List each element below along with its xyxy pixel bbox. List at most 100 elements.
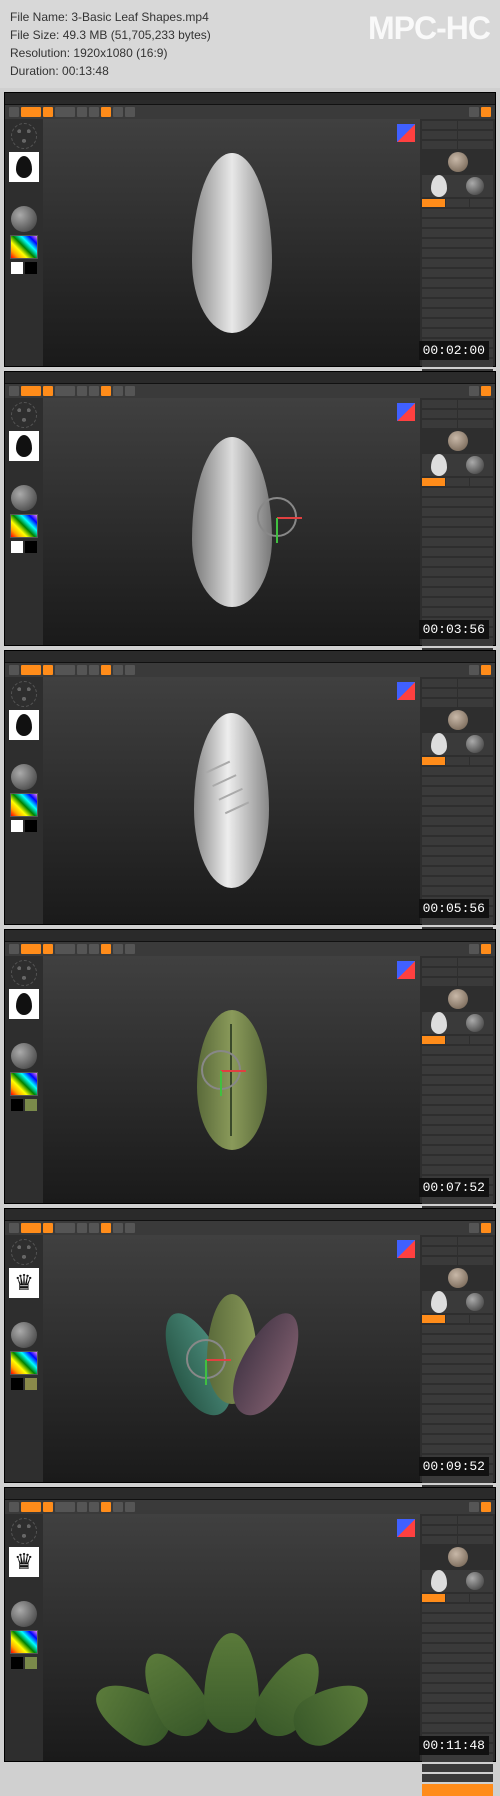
zbrush-viewport[interactable] [43,119,420,366]
secondary-color-swatch[interactable] [25,262,37,274]
zbrush-toolbar[interactable] [5,105,495,119]
transform-gizmo[interactable] [257,497,307,547]
subtool-sphere-icon[interactable] [466,735,484,753]
navigation-cube-icon[interactable] [397,1240,415,1258]
subtool-leaf-icon[interactable] [431,175,447,197]
face-render-icon[interactable] [448,1268,468,1288]
main-color-swatch[interactable] [11,1378,23,1390]
subtool-sphere-icon[interactable] [466,1293,484,1311]
main-color-swatch[interactable] [11,1099,23,1111]
main-color-swatch[interactable] [11,820,23,832]
zbrush-menubar[interactable] [5,1488,495,1500]
color-swatches[interactable] [11,1099,37,1111]
alpha-thumbnail[interactable] [9,989,39,1019]
main-color-swatch[interactable] [11,541,23,553]
color-swatches[interactable] [11,541,37,553]
zbrush-viewport[interactable] [43,1514,420,1761]
subtool-sphere-icon[interactable] [466,1572,484,1590]
brush-selector-icon[interactable] [11,123,37,149]
zbrush-menubar[interactable] [5,372,495,384]
zbrush-menubar[interactable] [5,930,495,942]
transform-gizmo[interactable] [201,1050,251,1100]
main-color-swatch[interactable] [11,1657,23,1669]
file-name-label: File Name: [10,10,68,24]
video-thumbnail[interactable]: ♛ 00:09:52 [4,1208,496,1483]
zbrush-menubar[interactable] [5,1209,495,1221]
timestamp-badge: 00:11:48 [419,1736,489,1755]
zbrush-toolbar[interactable] [5,1500,495,1514]
zbrush-viewport[interactable] [43,398,420,645]
leaf-silhouette-icon [16,435,32,457]
brush-selector-icon[interactable] [11,402,37,428]
video-thumbnail[interactable]: 00:05:56 [4,650,496,925]
alpha-thumbnail[interactable] [9,431,39,461]
color-swatches[interactable] [11,1657,37,1669]
navigation-cube-icon[interactable] [397,961,415,979]
alpha-thumbnail[interactable] [9,710,39,740]
navigation-cube-icon[interactable] [397,1519,415,1537]
color-picker[interactable] [10,793,38,817]
material-sphere-icon[interactable] [11,764,37,790]
main-color-swatch[interactable] [11,262,23,274]
subtool-sphere-icon[interactable] [466,456,484,474]
subtool-leaf-icon[interactable] [431,1291,447,1313]
subtool-leaf-icon[interactable] [431,1570,447,1592]
zbrush-viewport[interactable] [43,677,420,924]
secondary-color-swatch[interactable] [25,1378,37,1390]
mpc-hc-logo: MPC-HC [368,10,490,47]
subtool-sphere-icon[interactable] [466,177,484,195]
brush-selector-icon[interactable] [11,1239,37,1265]
zbrush-viewport[interactable] [43,956,420,1203]
secondary-color-swatch[interactable] [25,820,37,832]
subtool-leaf-icon[interactable] [431,733,447,755]
face-render-icon[interactable] [448,989,468,1009]
alpha-thumbnail[interactable] [9,152,39,182]
zbrush-toolbar[interactable] [5,384,495,398]
color-picker[interactable] [10,235,38,259]
zbrush-toolbar[interactable] [5,663,495,677]
navigation-cube-icon[interactable] [397,124,415,142]
material-sphere-icon[interactable] [11,485,37,511]
secondary-color-swatch[interactable] [25,1099,37,1111]
crown-icon: ♛ [14,1549,34,1575]
navigation-cube-icon[interactable] [397,403,415,421]
alpha-thumbnail[interactable]: ♛ [9,1547,39,1577]
zbrush-viewport[interactable] [43,1235,420,1482]
material-sphere-icon[interactable] [11,1322,37,1348]
color-picker[interactable] [10,514,38,538]
zbrush-menubar[interactable] [5,93,495,105]
color-picker[interactable] [10,1630,38,1654]
face-render-icon[interactable] [448,710,468,730]
color-picker[interactable] [10,1072,38,1096]
zbrush-toolbar[interactable] [5,942,495,956]
video-thumbnail[interactable]: 00:02:00 [4,92,496,367]
color-picker[interactable] [10,1351,38,1375]
subtool-leaf-icon[interactable] [431,1012,447,1034]
video-thumbnail[interactable]: ♛ 00:11:48 [4,1487,496,1762]
brush-selector-icon[interactable] [11,681,37,707]
file-name-value: 3-Basic Leaf Shapes.mp4 [71,10,208,24]
secondary-color-swatch[interactable] [25,1657,37,1669]
brush-selector-icon[interactable] [11,1518,37,1544]
zbrush-menubar[interactable] [5,651,495,663]
face-render-icon[interactable] [448,1547,468,1567]
right-tool-panel [420,119,495,366]
zbrush-toolbar[interactable] [5,1221,495,1235]
material-sphere-icon[interactable] [11,1601,37,1627]
alpha-thumbnail[interactable]: ♛ [9,1268,39,1298]
brush-selector-icon[interactable] [11,960,37,986]
video-thumbnail[interactable]: 00:07:52 [4,929,496,1204]
subtool-leaf-icon[interactable] [431,454,447,476]
face-render-icon[interactable] [448,431,468,451]
subtool-sphere-icon[interactable] [466,1014,484,1032]
transform-gizmo[interactable] [186,1339,236,1389]
material-sphere-icon[interactable] [11,206,37,232]
color-swatches[interactable] [11,262,37,274]
color-swatches[interactable] [11,1378,37,1390]
secondary-color-swatch[interactable] [25,541,37,553]
navigation-cube-icon[interactable] [397,682,415,700]
material-sphere-icon[interactable] [11,1043,37,1069]
video-thumbnail[interactable]: 00:03:56 [4,371,496,646]
face-render-icon[interactable] [448,152,468,172]
color-swatches[interactable] [11,820,37,832]
